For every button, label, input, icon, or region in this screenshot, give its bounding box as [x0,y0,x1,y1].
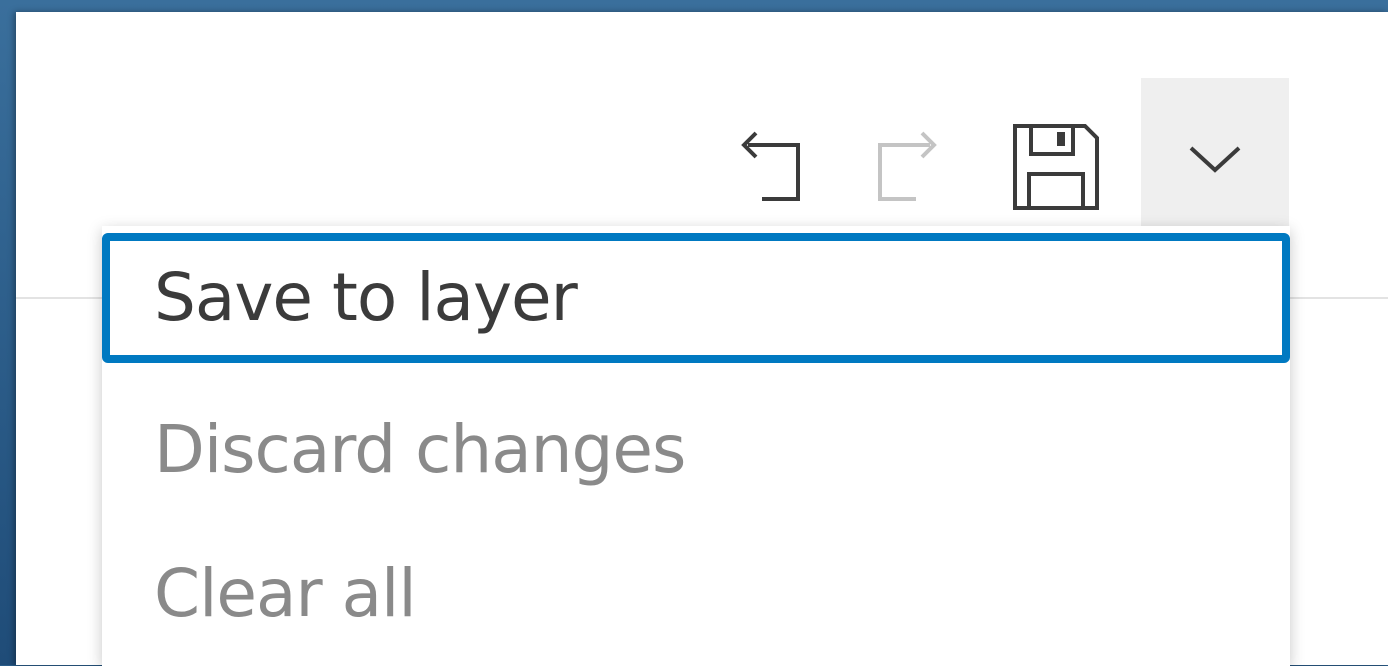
menu-item-save-to-layer[interactable]: Save to layer [102,233,1290,363]
editor-panel: Save to layer Discard changes Clear all [16,12,1388,666]
redo-button[interactable] [856,108,960,226]
save-icon [1009,120,1103,214]
save-options-menu: Save to layer Discard changes Clear all [102,226,1290,666]
undo-icon [728,125,812,209]
menu-item-clear-all[interactable]: Clear all [102,530,1290,658]
menu-item-label: Clear all [154,555,417,632]
redo-icon [866,125,950,209]
menu-item-label: Save to layer [154,259,578,336]
menu-item-discard-changes[interactable]: Discard changes [102,386,1290,514]
menu-item-label: Discard changes [154,411,686,488]
more-options-button[interactable] [1141,78,1289,238]
chevron-down-icon [1185,140,1245,176]
save-button[interactable] [1004,108,1108,226]
undo-button[interactable] [718,108,822,226]
